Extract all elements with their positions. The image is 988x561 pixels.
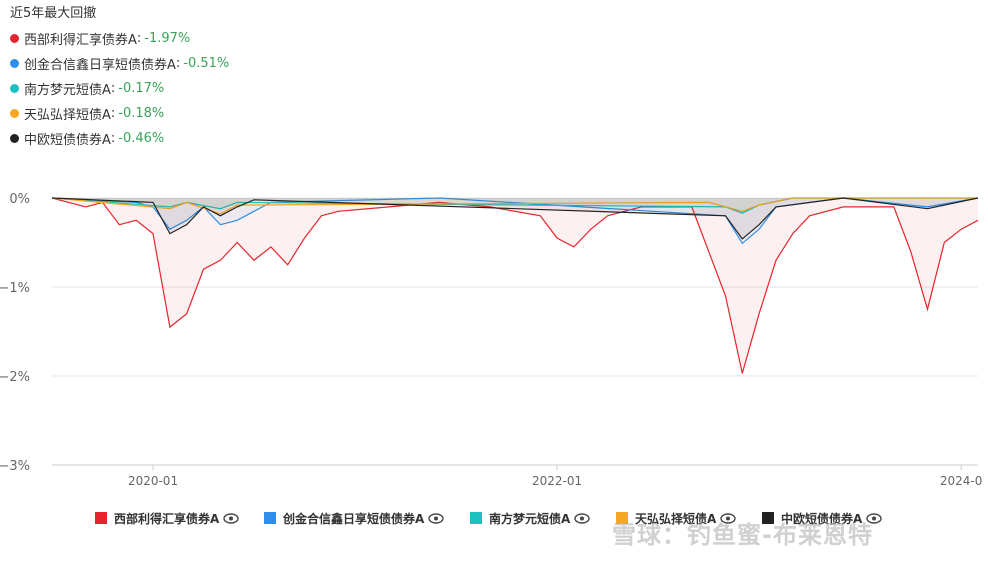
- legend-label: 西部利得汇享债券A: [114, 511, 220, 526]
- y-tick-label: −2%: [0, 370, 30, 385]
- y-tick-label: −1%: [0, 281, 30, 296]
- eye-icon[interactable]: [574, 512, 590, 524]
- legend-swatch: [95, 512, 107, 524]
- legend-item-xibu[interactable]: 西部利得汇享债券A: [95, 505, 239, 531]
- eye-icon[interactable]: [223, 512, 239, 524]
- legend-item-chuangjin[interactable]: 创金合信鑫日享短债债券A: [264, 505, 444, 531]
- eye-icon[interactable]: [428, 512, 444, 524]
- legend-item-nanfang[interactable]: 南方梦元短债A: [470, 505, 590, 531]
- x-tick-label: 2020-01: [128, 474, 178, 488]
- legend-swatch: [470, 512, 482, 524]
- y-tick-label: 0%: [9, 192, 30, 207]
- x-tick-label: 2022-01: [532, 474, 582, 488]
- x-tick-label: 2024-0: [940, 474, 983, 488]
- y-tick-label: −3%: [0, 459, 30, 474]
- drawdown-chart: 0% −1% −2% −3% 2020-01 2022-01 2024-0: [0, 192, 983, 488]
- series-area: [52, 198, 978, 374]
- legend-label: 创金合信鑫日享短债债券A: [283, 511, 425, 526]
- watermark: 雪球：钓鱼蜜-布莱恩特: [612, 521, 873, 549]
- legend-swatch: [264, 512, 276, 524]
- legend-label: 南方梦元短债A: [489, 511, 571, 526]
